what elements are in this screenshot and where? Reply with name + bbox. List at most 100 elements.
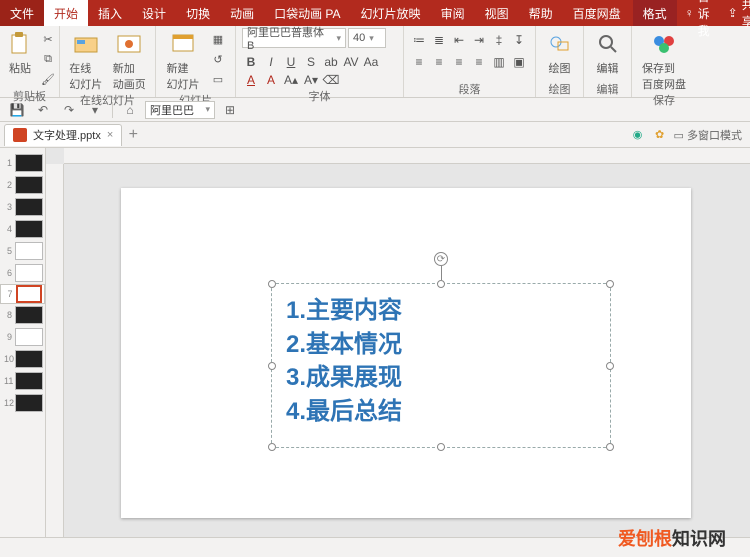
tab-review[interactable]: 审阅 — [431, 0, 475, 26]
bold-button[interactable]: B — [242, 54, 260, 70]
slide-thumb[interactable]: 6 — [0, 262, 45, 284]
tab-design[interactable]: 设计 — [132, 0, 176, 26]
underline-button[interactable]: U — [282, 54, 300, 70]
multiwindow-toggle[interactable]: ▭ 多窗口模式 — [674, 127, 742, 143]
group-slides: 新建 幻灯片 ▦ ↺ ▭ 幻灯片 — [156, 26, 236, 97]
textbox-content[interactable]: 1.主要内容2.基本情况3.成果展现4.最后总结 — [272, 284, 610, 438]
clear-format-button[interactable]: A — [242, 72, 260, 88]
slide-canvas-wrap: ⟳ 1.主要内容2.基本情况3.成果展现4.最后总结 — [46, 148, 750, 537]
undo-button[interactable]: ↶ — [32, 101, 54, 119]
save-button[interactable]: 💾 — [6, 101, 28, 119]
qat-font-select[interactable]: 阿里巴巴 ▾ — [145, 101, 215, 119]
slide-thumb[interactable]: 1 — [0, 152, 45, 174]
ruler-horizontal — [64, 148, 750, 164]
line-spacing-button[interactable]: ‡ — [490, 32, 508, 48]
home-icon[interactable]: ⌂ — [119, 101, 141, 119]
resize-handle-bl[interactable] — [268, 443, 276, 451]
copy-button[interactable]: ⧉ — [38, 50, 58, 68]
baidu-cloud-icon — [650, 30, 678, 58]
slide-thumb-img — [15, 198, 43, 216]
slide-thumb[interactable]: 8 — [0, 304, 45, 326]
columns-button[interactable]: ▥ — [490, 54, 508, 70]
resize-handle-mr[interactable] — [606, 362, 614, 370]
indent-dec-button[interactable]: ⇤ — [450, 32, 468, 48]
gear-icon[interactable]: ✿ — [652, 127, 668, 143]
tell-me[interactable]: ♀ 告诉我 — [677, 0, 718, 26]
clear-button[interactable]: ⌫ — [322, 72, 340, 88]
font-name-select[interactable]: 阿里巴巴普惠体 B▾ — [242, 28, 346, 48]
slide-thumb[interactable]: 2 — [0, 174, 45, 196]
resize-handle-br[interactable] — [606, 443, 614, 451]
numbering-button[interactable]: ≣ — [430, 32, 448, 48]
section-button[interactable]: ▭ — [208, 70, 228, 88]
tab-netdisk[interactable]: 百度网盘 — [563, 0, 631, 26]
resize-handle-tl[interactable] — [268, 280, 276, 288]
user-icon[interactable]: ◉ — [630, 127, 646, 143]
align-right-button[interactable]: ≡ — [450, 54, 468, 70]
resize-handle-bm[interactable] — [437, 443, 445, 451]
resize-handle-ml[interactable] — [268, 362, 276, 370]
slide-thumb[interactable]: 10 — [0, 348, 45, 370]
paste-label: 粘贴 — [9, 60, 31, 76]
align-center-button[interactable]: ≡ — [430, 54, 448, 70]
tab-animations[interactable]: 动画 — [220, 0, 264, 26]
close-doc-icon[interactable]: × — [107, 129, 113, 141]
shadow-button[interactable]: ab — [322, 54, 340, 70]
slide-thumb[interactable]: 11 — [0, 370, 45, 392]
tab-format[interactable]: 格式 — [633, 0, 677, 26]
slide-thumb[interactable]: 4 — [0, 218, 45, 240]
drawing-button[interactable]: 绘图 — [542, 28, 577, 76]
smartart-button[interactable]: ▣ — [510, 54, 528, 70]
bullets-button[interactable]: ≔ — [410, 32, 428, 48]
textbox-selected[interactable]: ⟳ 1.主要内容2.基本情况3.成果展现4.最后总结 — [271, 283, 611, 448]
strike-button[interactable]: S — [302, 54, 320, 70]
text-direction-button[interactable]: ↧ — [510, 32, 528, 48]
format-painter-button[interactable]: 🖌 — [38, 70, 58, 88]
tab-view[interactable]: 视图 — [475, 0, 519, 26]
document-tab[interactable]: 文字处理.pptx × — [4, 124, 122, 146]
slide-canvas[interactable]: ⟳ 1.主要内容2.基本情况3.成果展现4.最后总结 — [121, 188, 691, 518]
italic-button[interactable]: I — [262, 54, 280, 70]
resize-handle-tr[interactable] — [606, 280, 614, 288]
qat-more-button[interactable]: ▾ — [84, 101, 106, 119]
shrink-font-button[interactable]: A▾ — [302, 72, 320, 88]
qat-extra-button[interactable]: ⊞ — [219, 101, 241, 119]
new-anim-page-button[interactable]: 新加 动画页 — [110, 28, 150, 92]
slide-thumb[interactable]: 12 — [0, 392, 45, 414]
resize-handle-tm[interactable] — [437, 280, 445, 288]
slide-number: 4 — [4, 224, 12, 234]
tab-insert[interactable]: 插入 — [88, 0, 132, 26]
rotate-handle[interactable]: ⟳ — [434, 252, 448, 266]
font-name-value: 阿里巴巴普惠体 B — [247, 24, 332, 52]
slide-number: 10 — [4, 354, 12, 364]
tab-help[interactable]: 帮助 — [519, 0, 563, 26]
share-button[interactable]: ⇪ 共享 — [718, 0, 750, 26]
slide-thumb[interactable]: 5 — [0, 240, 45, 262]
font-size-select[interactable]: 40▾ — [348, 28, 386, 48]
reset-button[interactable]: ↺ — [208, 50, 228, 68]
redo-button[interactable]: ↷ — [58, 101, 80, 119]
highlight-button[interactable]: A — [262, 72, 280, 88]
tab-file[interactable]: 文件 — [0, 0, 44, 26]
editing-button[interactable]: 编辑 — [590, 28, 625, 76]
tab-home[interactable]: 开始 — [44, 0, 88, 26]
save-netdisk-button[interactable]: 保存到 百度网盘 — [638, 28, 690, 92]
tab-slideshow[interactable]: 幻灯片放映 — [351, 0, 431, 26]
align-left-button[interactable]: ≡ — [410, 54, 428, 70]
slide-thumb[interactable]: 7 — [0, 284, 45, 304]
tab-pocket[interactable]: 口袋动画 PA — [264, 0, 350, 26]
layout-button[interactable]: ▦ — [208, 30, 228, 48]
paste-button[interactable]: 粘贴 — [6, 28, 34, 76]
new-slide-button[interactable]: 新建 幻灯片 — [162, 28, 204, 92]
slide-thumb[interactable]: 3 — [0, 196, 45, 218]
justify-button[interactable]: ≡ — [470, 54, 488, 70]
grow-font-button[interactable]: A▴ — [282, 72, 300, 88]
spacing-button[interactable]: AV — [342, 54, 360, 70]
online-slides-button[interactable]: 在线 幻灯片 — [66, 28, 106, 92]
cut-button[interactable]: ✂ — [38, 30, 58, 48]
new-doc-button[interactable]: + — [122, 124, 144, 146]
tab-transitions[interactable]: 切换 — [176, 0, 220, 26]
slide-thumb[interactable]: 9 — [0, 326, 45, 348]
indent-inc-button[interactable]: ⇥ — [470, 32, 488, 48]
case-button[interactable]: Aa — [362, 54, 380, 70]
